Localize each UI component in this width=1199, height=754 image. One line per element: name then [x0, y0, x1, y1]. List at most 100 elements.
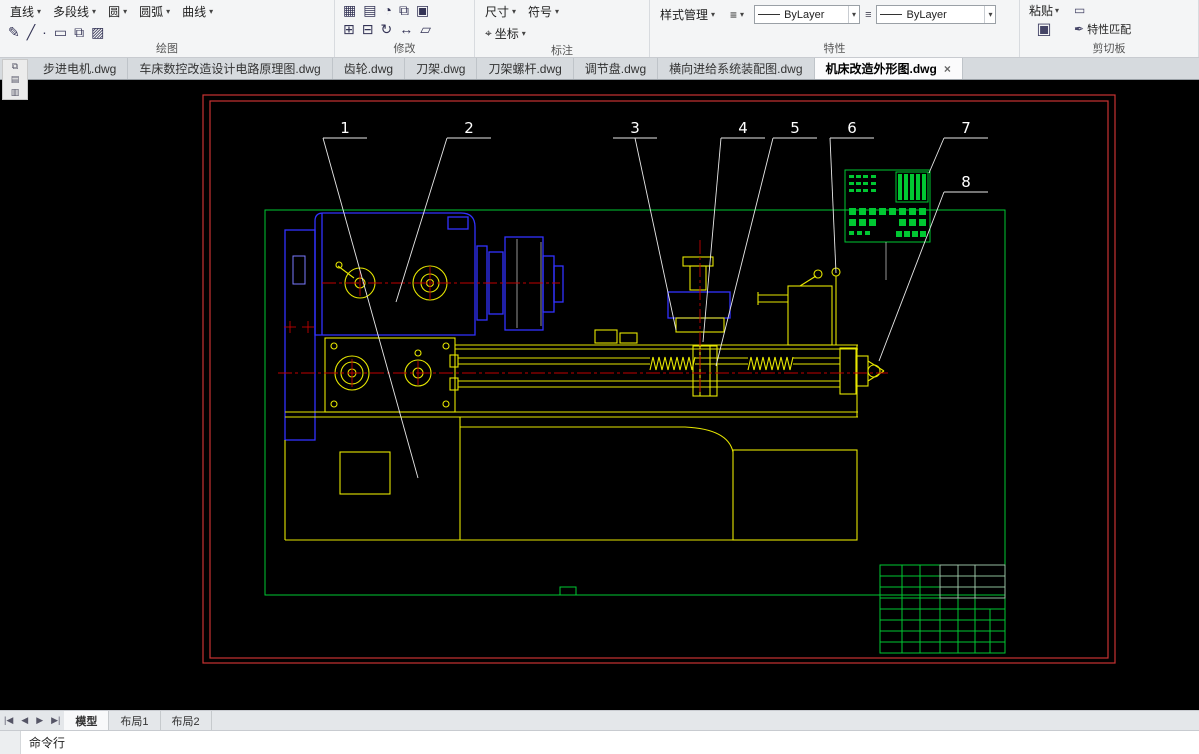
doc-tab-label: 车床数控改造设计电路原理图.dwg	[139, 62, 321, 76]
clock-icon[interactable]: ◔	[383, 2, 391, 18]
palette-toggle-icon[interactable]: ⧉	[3, 60, 27, 73]
polyline-tool-label: 多段线	[53, 5, 90, 19]
caret-down-icon: ▾	[37, 7, 42, 16]
doc-tab-label: 刀架.dwg	[416, 62, 466, 76]
doc-tab[interactable]: 步进电机.dwg	[32, 58, 129, 79]
doc-tab-label: 刀架螺杆.dwg	[488, 62, 562, 76]
caret-down-icon: ▾	[123, 7, 128, 16]
doc-tab[interactable]: 齿轮.dwg	[333, 58, 406, 79]
style-manager-button[interactable]: 样式管理 ▾	[655, 5, 720, 24]
symbol-tool-button[interactable]: 符号 ▾	[523, 2, 564, 21]
ribbon: 直线 ▾ 多段线 ▾ 圆 ▾ 圆弧 ▾ 曲线 ▾ ✎ ╱ · ▭ ⧉ ▨ 绘图 …	[0, 0, 1199, 58]
caret-down-icon: ▾	[209, 7, 214, 16]
line-icon[interactable]: ╱	[27, 24, 35, 40]
extend-icon[interactable]: ⊞	[343, 21, 355, 37]
match-properties-button[interactable]: ✒ 特性匹配	[1071, 20, 1134, 38]
line-tool-button[interactable]: 直线 ▾	[5, 2, 46, 21]
callout-number: 6	[847, 119, 857, 137]
linetype-select[interactable]: ByLayer ▾	[754, 5, 861, 24]
doc-tab-label: 齿轮.dwg	[343, 62, 394, 76]
last-page-icon[interactable]: ▶|	[47, 715, 64, 726]
linetype-preview	[758, 14, 781, 15]
layout-tab-bar: |◀ ◀ ▶ ▶| 模型 布局1 布局2	[0, 710, 1199, 730]
rectangle-icon: ▭	[1074, 3, 1086, 17]
copy-icon[interactable]: ⧉	[399, 2, 409, 18]
doc-tab-label: 步进电机.dwg	[43, 62, 117, 76]
target-icon: ⌖	[485, 26, 492, 40]
callout-number: 3	[630, 119, 640, 137]
stretch-icon[interactable]: ↔	[399, 21, 413, 37]
callout-number: 4	[738, 119, 748, 137]
doc-tab[interactable]: 横向进给系统装配图.dwg	[658, 58, 815, 79]
doc-tab-label: 机床改造外形图.dwg	[825, 62, 937, 76]
next-page-icon[interactable]: ▶	[32, 715, 47, 726]
match-properties-label: 特性匹配	[1087, 24, 1132, 36]
linewidth-preview	[880, 14, 903, 15]
panel-icon[interactable]: ▣	[416, 2, 429, 18]
menu-icon[interactable]: ≡	[865, 9, 871, 21]
curve-tool-button[interactable]: 曲线 ▾	[177, 2, 218, 21]
linewidth-select[interactable]: ByLayer ▾	[876, 5, 997, 24]
rotate-icon[interactable]: ↻	[380, 21, 392, 37]
doc-tab[interactable]: 刀架螺杆.dwg	[477, 58, 574, 79]
doc-tab-label: 横向进给系统装配图.dwg	[669, 62, 803, 76]
doc-tab[interactable]: 车床数控改造设计电路原理图.dwg	[128, 58, 333, 79]
caret-down-icon: ▾	[555, 7, 560, 16]
lathe-drawing	[278, 212, 888, 541]
dimension-tool-label: 尺寸	[485, 5, 510, 19]
prev-page-icon[interactable]: ◀	[17, 715, 32, 726]
copy-icon[interactable]: ⧉	[74, 24, 84, 40]
circle-tool-label: 圆	[108, 5, 121, 19]
close-tab-icon[interactable]: ×	[944, 62, 951, 76]
drawing-canvas[interactable]: 1 2 3 4 5 6 7 8	[0, 80, 1199, 710]
model-tab-label: 模型	[75, 715, 98, 728]
paste-button[interactable]: 粘贴 ▾ ▣	[1025, 2, 1063, 39]
skew-icon[interactable]: ▱	[420, 21, 431, 37]
rectangle-icon[interactable]: ▭	[54, 24, 67, 40]
toolbox-icon[interactable]: ▥	[3, 86, 27, 99]
point-icon[interactable]: ·	[42, 24, 47, 40]
first-page-icon[interactable]: |◀	[0, 715, 17, 726]
pencil-icon[interactable]: ✎	[8, 24, 20, 40]
caret-down-icon: ▾	[984, 6, 992, 23]
layout1-tab[interactable]: 布局1	[109, 711, 161, 730]
command-line[interactable]: 命令行	[0, 730, 1199, 754]
polyline-tool-button[interactable]: 多段线 ▾	[48, 2, 101, 21]
caret-down-icon: ▾	[848, 6, 856, 23]
callout-number: 5	[790, 119, 800, 137]
panel-label-properties: 特性	[823, 43, 846, 55]
sheet-set-icon[interactable]: ▤	[3, 73, 27, 86]
caret-down-icon: ▾	[711, 10, 716, 19]
ribbon-panel-clipboard: 粘贴 ▾ ▣ ▭ ✒ 特性匹配 剪切板	[1020, 0, 1199, 57]
layout2-tab[interactable]: 布局2	[161, 711, 212, 730]
rows-icon[interactable]: ▤	[363, 2, 376, 18]
panel-label-annotate: 标注	[551, 45, 573, 57]
coordinate-tool-button[interactable]: ⌖ 坐标 ▾	[480, 24, 531, 43]
dimension-tool-button[interactable]: 尺寸 ▾	[480, 2, 521, 21]
doc-tab[interactable]: 调节盘.dwg	[574, 58, 659, 79]
style-manager-label: 样式管理	[660, 8, 709, 22]
grid-array-icon[interactable]: ▦	[343, 2, 356, 18]
linewidth-value: ByLayer	[906, 8, 947, 21]
ribbon-panel-annotate: 尺寸 ▾ 符号 ▾ ⌖ 坐标 ▾ 标注	[475, 0, 650, 57]
circle-tool-button[interactable]: 圆 ▾	[103, 2, 132, 21]
callout-number: 1	[340, 119, 350, 137]
arc-tool-button[interactable]: 圆弧 ▾	[134, 2, 175, 21]
control-panel-detail	[844, 169, 931, 280]
callout-number: 7	[961, 119, 971, 137]
hatch-icon[interactable]: ▨	[91, 24, 104, 40]
line-tool-label: 直线	[10, 5, 35, 19]
model-tab[interactable]: 模型	[64, 711, 110, 730]
trim-icon[interactable]: ⊟	[362, 21, 374, 37]
clipboard-extra-button[interactable]: ▭	[1071, 2, 1134, 18]
doc-tab[interactable]: 刀架.dwg	[405, 58, 478, 79]
layer-list-button[interactable]: ≡ ▾	[725, 7, 749, 23]
sheet-border	[264, 209, 1006, 596]
doc-tab-active[interactable]: 机床改造外形图.dwg ×	[814, 58, 963, 79]
callout-number: 8	[961, 173, 971, 191]
caret-down-icon: ▾	[521, 29, 526, 38]
lathe-outline-drawing: 1 2 3 4 5 6 7 8	[202, 94, 1116, 664]
drawing-frame	[202, 94, 1116, 664]
document-tab-bar: 步进电机.dwg 车床数控改造设计电路原理图.dwg 齿轮.dwg 刀架.dwg…	[0, 58, 1199, 80]
linetype-value: ByLayer	[784, 8, 825, 21]
